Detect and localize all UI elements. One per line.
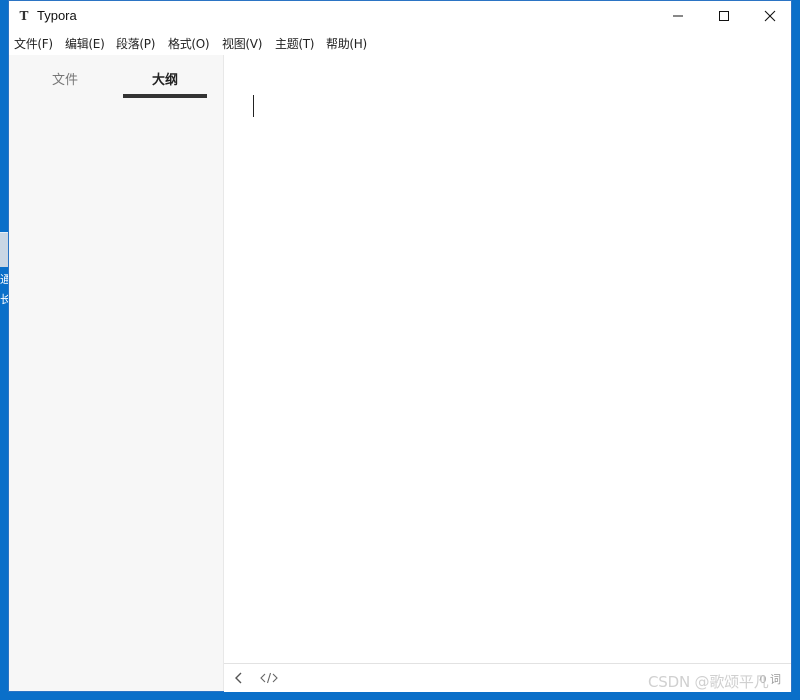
minimize-button[interactable]	[655, 1, 701, 31]
menu-format[interactable]: 格式(O)	[168, 35, 210, 52]
code-icon	[260, 672, 278, 684]
maximize-button[interactable]	[701, 1, 747, 31]
tab-outline[interactable]: 大纲	[123, 69, 207, 88]
minimize-icon	[673, 15, 683, 17]
tab-files[interactable]: 文件	[23, 69, 107, 88]
menu-edit[interactable]: 编辑(E)	[65, 35, 105, 52]
active-tab-indicator	[123, 94, 207, 98]
csdn-watermark: CSDN @歌颂平凡	[648, 673, 769, 691]
text-cursor	[253, 95, 254, 117]
typora-window: T Typora 文件(F) 编辑(E) 段落(P) 格式(O) 视图(V) 主…	[8, 0, 792, 692]
menu-bar: 文件(F) 编辑(E) 段落(P) 格式(O) 视图(V) 主题(T) 帮助(H…	[9, 31, 791, 55]
menu-file[interactable]: 文件(F)	[14, 35, 53, 52]
chevron-left-icon	[235, 672, 242, 684]
menu-view[interactable]: 视图(V)	[222, 35, 262, 52]
sidebar: 文件 大纲	[9, 55, 224, 691]
menu-paragraph[interactable]: 段落(P)	[116, 35, 155, 52]
maximize-icon	[719, 11, 729, 21]
menu-help[interactable]: 帮助(H)	[326, 35, 367, 52]
editor-area[interactable]	[224, 55, 791, 663]
close-button[interactable]	[747, 1, 793, 31]
title-bar[interactable]: T Typora	[9, 1, 791, 31]
window-title: Typora	[37, 8, 77, 23]
source-mode-button[interactable]	[258, 670, 280, 686]
close-icon	[764, 10, 776, 22]
typora-app-icon: T	[19, 9, 29, 23]
toggle-sidebar-button[interactable]	[232, 670, 246, 686]
menu-theme[interactable]: 主题(T)	[275, 35, 315, 52]
